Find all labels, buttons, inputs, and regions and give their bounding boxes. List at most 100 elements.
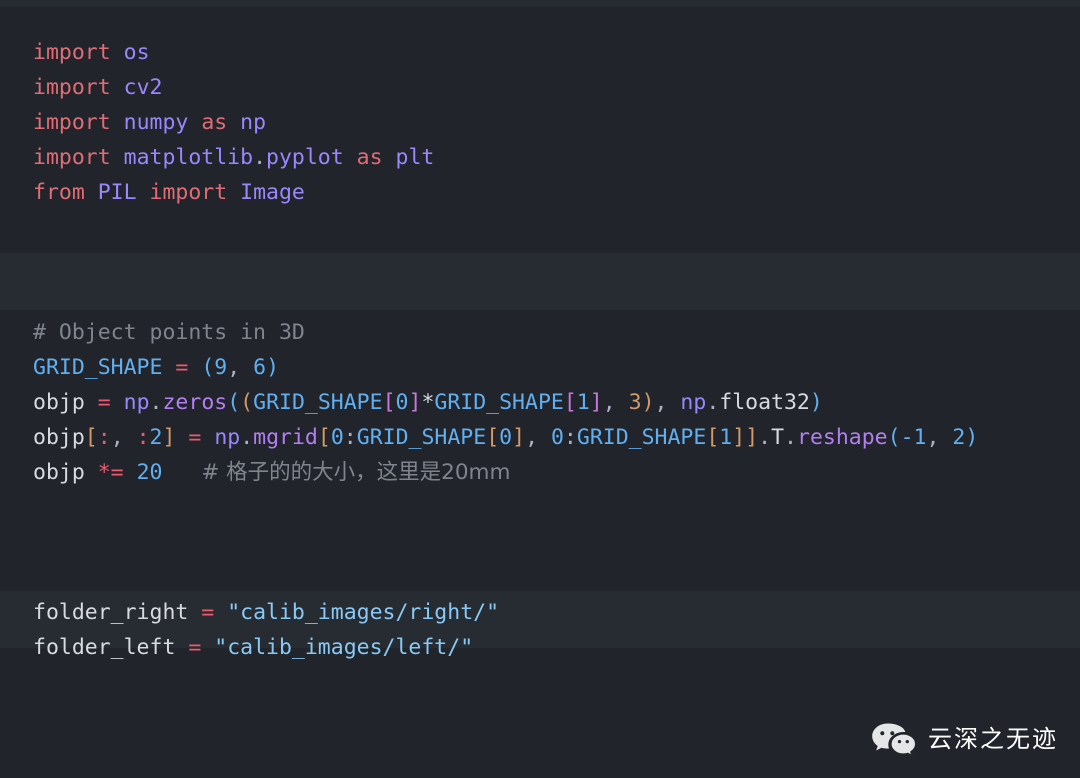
token-bracket-close: ] <box>162 425 176 450</box>
token-paren-open: ( <box>201 355 215 380</box>
token-operator-multiply-assign: *= <box>97 460 124 485</box>
token-operator-assign: = <box>201 600 215 625</box>
token-module-matplotlib: matplotlib <box>123 145 254 170</box>
token-operator-assign: = <box>188 425 202 450</box>
token-comma: , <box>227 355 241 380</box>
token-alias-np: np <box>123 390 150 415</box>
token-comma: , <box>602 390 616 415</box>
code-line-folder-left: folder_left = "calib_images/left/" <box>0 630 1080 665</box>
token-keyword-from: from <box>33 180 85 205</box>
token-constant-grid-shape: GRID_SHAPE <box>33 355 163 380</box>
code-line-folder-right: folder_right = "calib_images/right/" <box>0 595 1080 630</box>
token-bracket-close: ] <box>589 390 603 415</box>
token-operator-multiply: * <box>421 390 435 415</box>
token-bracket-open: [ <box>317 425 331 450</box>
token-function-reshape: reshape <box>797 425 888 450</box>
code-line-objp-zeros: objp = np.zeros((GRID_SHAPE[0]*GRID_SHAP… <box>0 385 1080 420</box>
token-constant-grid-shape: GRID_SHAPE <box>253 390 383 415</box>
token-variable-objp: objp <box>33 425 85 450</box>
code-line-import-cv2: import cv2 <box>0 70 1080 105</box>
token-colon: : <box>136 425 150 450</box>
code-line-import-os: import os <box>0 35 1080 70</box>
token-number-0: 0 <box>499 425 513 450</box>
token-keyword-import: import <box>33 40 111 65</box>
token-constant-grid-shape: GRID_SHAPE <box>434 390 564 415</box>
token-bracket-close: ] <box>732 425 746 450</box>
token-alias-np: np <box>240 110 267 135</box>
token-paren-close: ) <box>809 390 823 415</box>
token-paren-close: ) <box>965 425 979 450</box>
token-bracket-open: [ <box>382 390 396 415</box>
token-number-9: 9 <box>214 355 228 380</box>
token-constant-grid-shape: GRID_SHAPE <box>356 425 487 450</box>
wechat-logo-icon <box>871 722 917 756</box>
token-module-os: os <box>123 40 150 65</box>
token-keyword-import: import <box>149 180 228 205</box>
token-number-2: 2 <box>952 425 966 450</box>
token-number-0: 0 <box>550 425 564 450</box>
code-line-objp-scale: objp *= 20 # 格子的的大小，这里是20mm <box>0 455 1080 490</box>
token-alias-plt: plt <box>395 145 435 170</box>
token-function-mgrid: mgrid <box>253 425 318 450</box>
code-line-import-numpy: import numpy as np <box>0 105 1080 140</box>
token-keyword-import: import <box>33 145 111 170</box>
token-bracket-open: [ <box>84 425 98 450</box>
token-paren-close: ) <box>266 355 280 380</box>
code-line-import-matplotlib: import matplotlib.pyplot as plt <box>0 140 1080 175</box>
token-dot: . <box>758 425 772 450</box>
token-variable-folder-left: folder_left <box>33 635 176 660</box>
token-paren-open: ( <box>887 425 901 450</box>
token-bracket-open: [ <box>486 425 500 450</box>
token-keyword-import: import <box>33 75 111 100</box>
token-variable-objp: objp <box>33 460 85 485</box>
token-number-3: 3 <box>628 390 642 415</box>
token-bracket-close: ] <box>408 390 422 415</box>
token-number-0: 0 <box>330 425 344 450</box>
token-dot: . <box>706 390 720 415</box>
token-alias-np: np <box>214 425 241 450</box>
token-paren-close: ) <box>641 390 655 415</box>
code-screenshot: import os import cv2 import numpy as np … <box>0 0 1080 778</box>
token-variable-folder-right: folder_right <box>33 600 189 625</box>
token-string-folder-left: "calib_images/left/" <box>214 635 474 660</box>
code-line-comment-object-points: # Object points in 3D <box>0 315 1080 350</box>
token-colon: : <box>563 425 577 450</box>
token-variable-objp: objp <box>33 390 85 415</box>
token-number-1: 1 <box>576 390 590 415</box>
token-number-1: 1 <box>719 425 733 450</box>
token-operator-assign: = <box>97 390 111 415</box>
code-line-grid-shape: GRID_SHAPE = (9, 6) <box>0 350 1080 385</box>
token-colon: : <box>97 425 111 450</box>
token-number-20: 20 <box>136 460 163 485</box>
code-block: import os import cv2 import numpy as np … <box>0 0 1080 665</box>
token-number-2: 2 <box>149 425 163 450</box>
token-module-numpy: numpy <box>123 110 189 135</box>
token-dot: . <box>253 145 267 170</box>
token-attribute-float32: float32 <box>719 390 810 415</box>
token-bracket-close: ] <box>745 425 759 450</box>
code-line-objp-mgrid: objp[:, :2] = np.mgrid[0:GRID_SHAPE[0], … <box>0 420 1080 455</box>
token-paren-open: ( <box>227 390 241 415</box>
token-operator-assign: = <box>188 635 202 660</box>
token-comma: , <box>926 425 940 450</box>
token-bracket-open: [ <box>563 390 577 415</box>
token-alias-np: np <box>680 390 707 415</box>
token-module-pyplot: pyplot <box>266 145 344 170</box>
token-keyword-as: as <box>201 110 228 135</box>
token-bracket-open: [ <box>706 425 720 450</box>
token-operator-assign: = <box>175 355 189 380</box>
token-number-minus-one: -1 <box>900 425 927 450</box>
watermark: 云深之无迹 <box>871 722 1058 756</box>
token-colon: : <box>343 425 357 450</box>
token-number-6: 6 <box>253 355 267 380</box>
token-comment: # Object points in 3D <box>33 320 305 345</box>
token-dot: . <box>240 425 254 450</box>
token-comma: , <box>110 425 124 450</box>
